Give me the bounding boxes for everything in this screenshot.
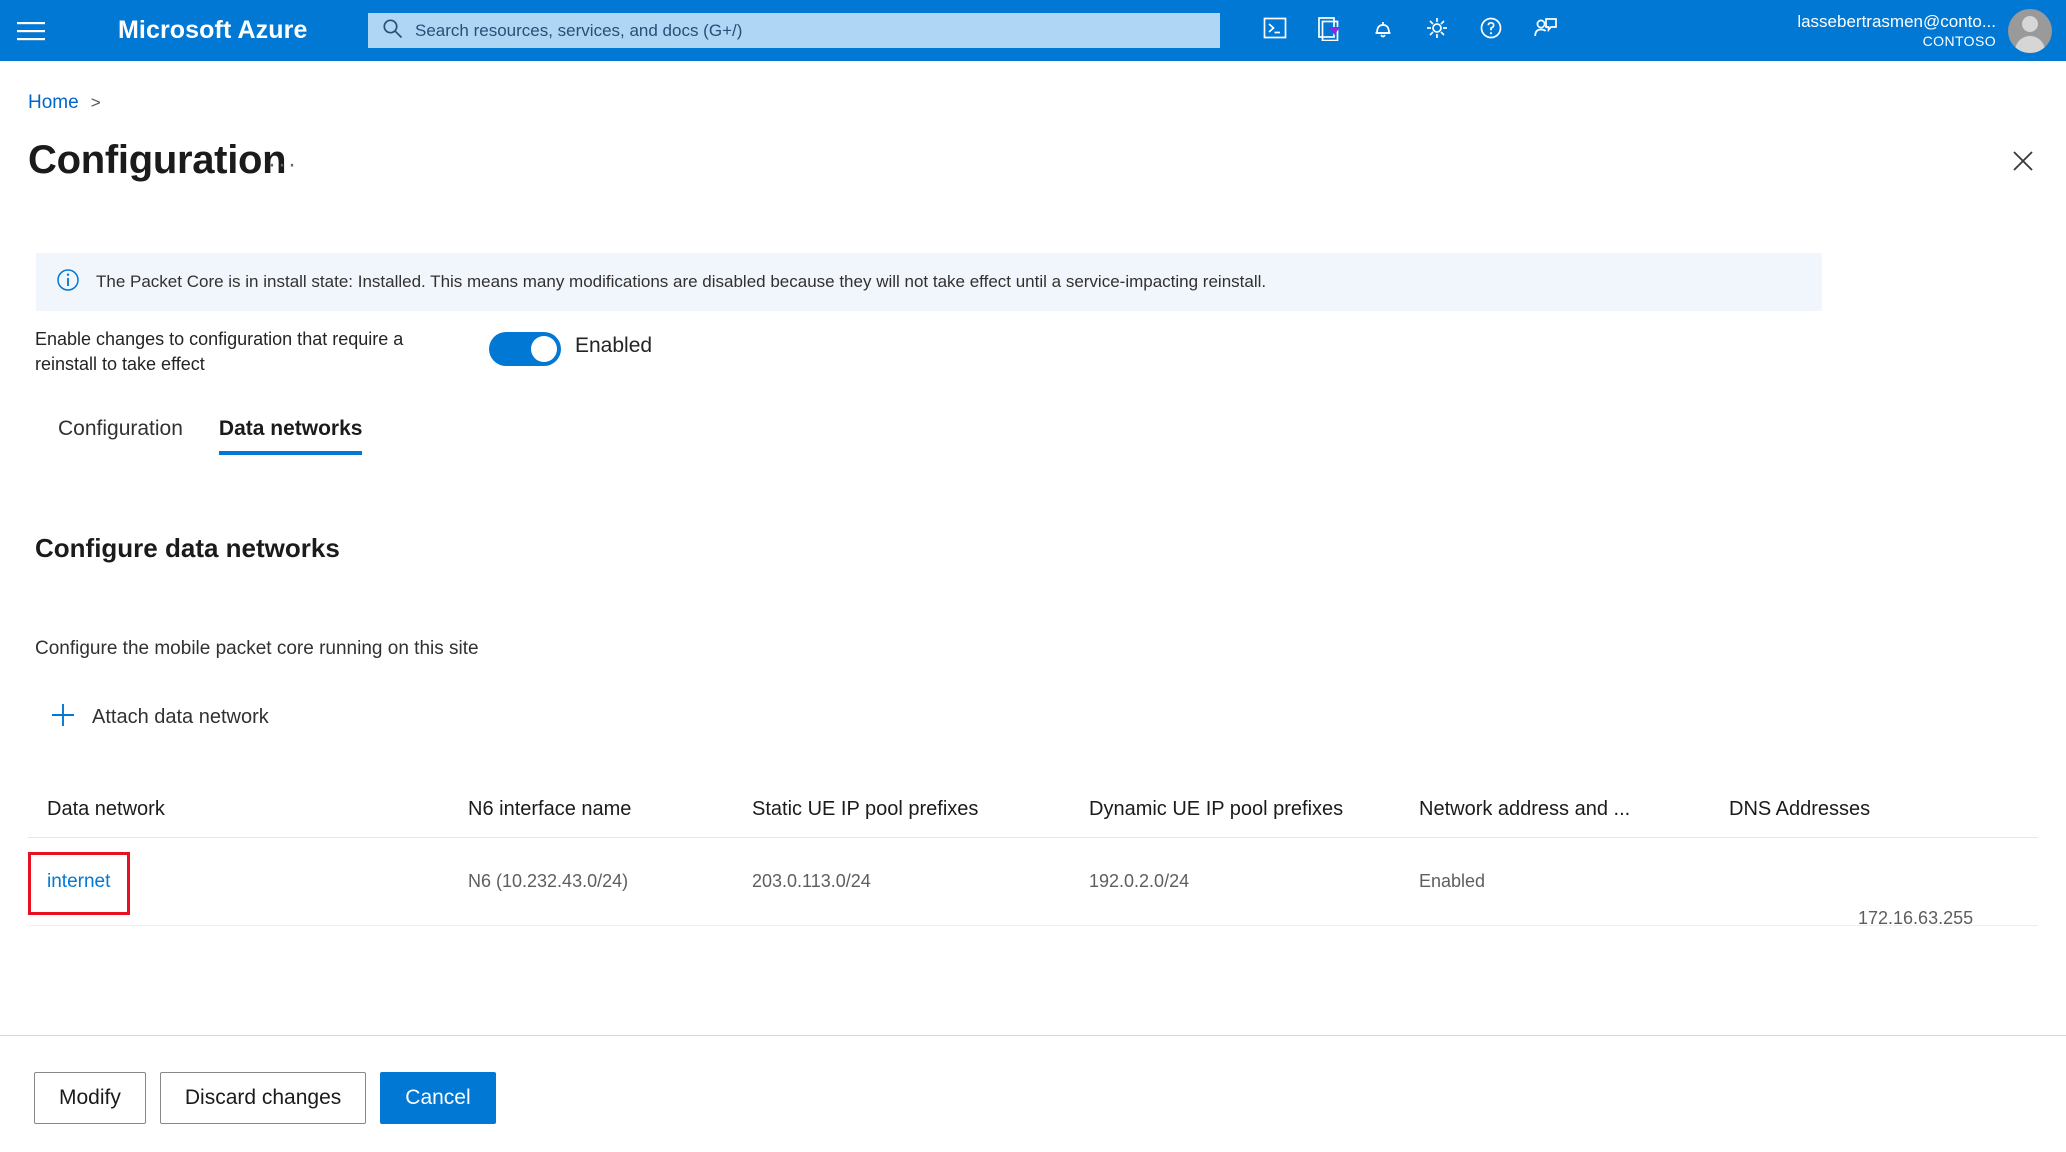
discard-changes-button[interactable]: Discard changes bbox=[159, 1072, 367, 1124]
footer-divider bbox=[0, 1035, 2066, 1036]
plus-icon bbox=[50, 702, 76, 733]
search-icon bbox=[382, 18, 403, 44]
directories-subscriptions-icon bbox=[1316, 15, 1342, 46]
account-text: lassebertrasmen@conto... CONTOSO bbox=[1797, 11, 1996, 50]
cell-data-network: internet bbox=[28, 871, 468, 893]
cell-static-ue-ip-pool: 203.0.113.0/24 bbox=[752, 871, 871, 891]
account-menu[interactable]: lassebertrasmen@conto... CONTOSO bbox=[1797, 0, 2052, 61]
cloud-shell-button[interactable] bbox=[1248, 0, 1302, 61]
tab-data-networks[interactable]: Data networks bbox=[201, 413, 381, 455]
reinstall-toggle-state: Enabled bbox=[575, 334, 653, 357]
cell-dynamic-ue-ip-pool: 192.0.2.0/24 bbox=[1089, 871, 1190, 891]
page-title: Configuration bbox=[28, 138, 287, 182]
section-description: Configure the mobile packet core running… bbox=[35, 638, 479, 659]
settings-gear-icon bbox=[1424, 15, 1450, 46]
command-footer: Modify Discard changes Cancel bbox=[34, 1072, 496, 1124]
hamburger-icon bbox=[17, 21, 45, 41]
column-header-network-address-and-nat[interactable]: Network address and ... bbox=[1419, 798, 1729, 821]
banner-text: The Packet Core is in install state: Ins… bbox=[96, 272, 1267, 291]
cell-network-address-and-nat: Enabled bbox=[1419, 871, 1486, 891]
column-header-static-ue-ip-pool[interactable]: Static UE IP pool prefixes bbox=[752, 798, 1089, 821]
table-header-row: Data network N6 interface name Static UE… bbox=[28, 798, 2038, 838]
notifications-button[interactable] bbox=[1356, 0, 1410, 61]
chevron-right-icon: > bbox=[90, 93, 101, 112]
data-network-link[interactable]: internet bbox=[47, 871, 110, 893]
feedback-icon bbox=[1532, 15, 1558, 46]
directories-subscriptions-button[interactable] bbox=[1302, 0, 1356, 61]
close-icon bbox=[2012, 150, 2034, 177]
settings-button[interactable] bbox=[1410, 0, 1464, 61]
help-question-icon bbox=[1478, 15, 1504, 46]
cell-n6-interface-name: N6 (10.232.43.0/24) bbox=[468, 871, 629, 891]
attach-data-network-label: Attach data network bbox=[92, 706, 269, 728]
avatar[interactable] bbox=[2008, 8, 2052, 53]
install-state-info-banner: The Packet Core is in install state: Ins… bbox=[36, 253, 1822, 311]
close-blade-button[interactable] bbox=[2004, 144, 2042, 182]
global-search-box[interactable] bbox=[368, 13, 1220, 48]
modify-button[interactable]: Modify bbox=[34, 1072, 146, 1124]
hamburger-menu-button[interactable] bbox=[0, 0, 62, 61]
account-email: lassebertrasmen@conto... bbox=[1797, 12, 1996, 31]
cloud-shell-icon bbox=[1262, 15, 1288, 46]
blade-tabs: Configuration Data networks bbox=[40, 413, 380, 455]
search-input[interactable] bbox=[415, 20, 1195, 41]
azure-brand-logo[interactable]: Microsoft Azure bbox=[118, 16, 307, 45]
table-row: internet N6 (10.232.43.0/24) 203.0.113.0… bbox=[28, 838, 2038, 926]
section-title: Configure data networks bbox=[35, 533, 340, 563]
attach-data-network-button[interactable]: Attach data network bbox=[50, 702, 269, 733]
header-icon-group bbox=[1248, 0, 1572, 61]
account-org: CONTOSO bbox=[1922, 33, 1996, 49]
notifications-bell-icon bbox=[1370, 15, 1396, 46]
column-header-dynamic-ue-ip-pool[interactable]: Dynamic UE IP pool prefixes bbox=[1089, 798, 1419, 821]
breadcrumb-home-link[interactable]: Home bbox=[28, 92, 79, 114]
reinstall-toggle-label: Enable changes to configuration that req… bbox=[35, 329, 404, 374]
tab-configuration[interactable]: Configuration bbox=[40, 413, 201, 455]
toggle-knob bbox=[531, 336, 557, 362]
column-header-n6-interface-name[interactable]: N6 interface name bbox=[468, 798, 752, 821]
feedback-button[interactable] bbox=[1518, 0, 1572, 61]
cell-dns-addresses: 172.16.63.255 bbox=[1858, 908, 1974, 928]
global-header: Microsoft Azure Search resources, servic… bbox=[0, 0, 2066, 61]
breadcrumb: Home > bbox=[28, 92, 101, 114]
help-button[interactable] bbox=[1464, 0, 1518, 61]
reinstall-toggle-switch[interactable] bbox=[489, 332, 561, 366]
more-actions-button[interactable]: ··· bbox=[268, 153, 298, 177]
data-networks-table: Data network N6 interface name Static UE… bbox=[28, 798, 2038, 926]
info-icon bbox=[56, 268, 80, 297]
cancel-button[interactable]: Cancel bbox=[380, 1072, 496, 1124]
column-header-data-network[interactable]: Data network bbox=[28, 798, 468, 821]
column-header-dns-addresses[interactable]: DNS Addresses bbox=[1729, 798, 2009, 821]
